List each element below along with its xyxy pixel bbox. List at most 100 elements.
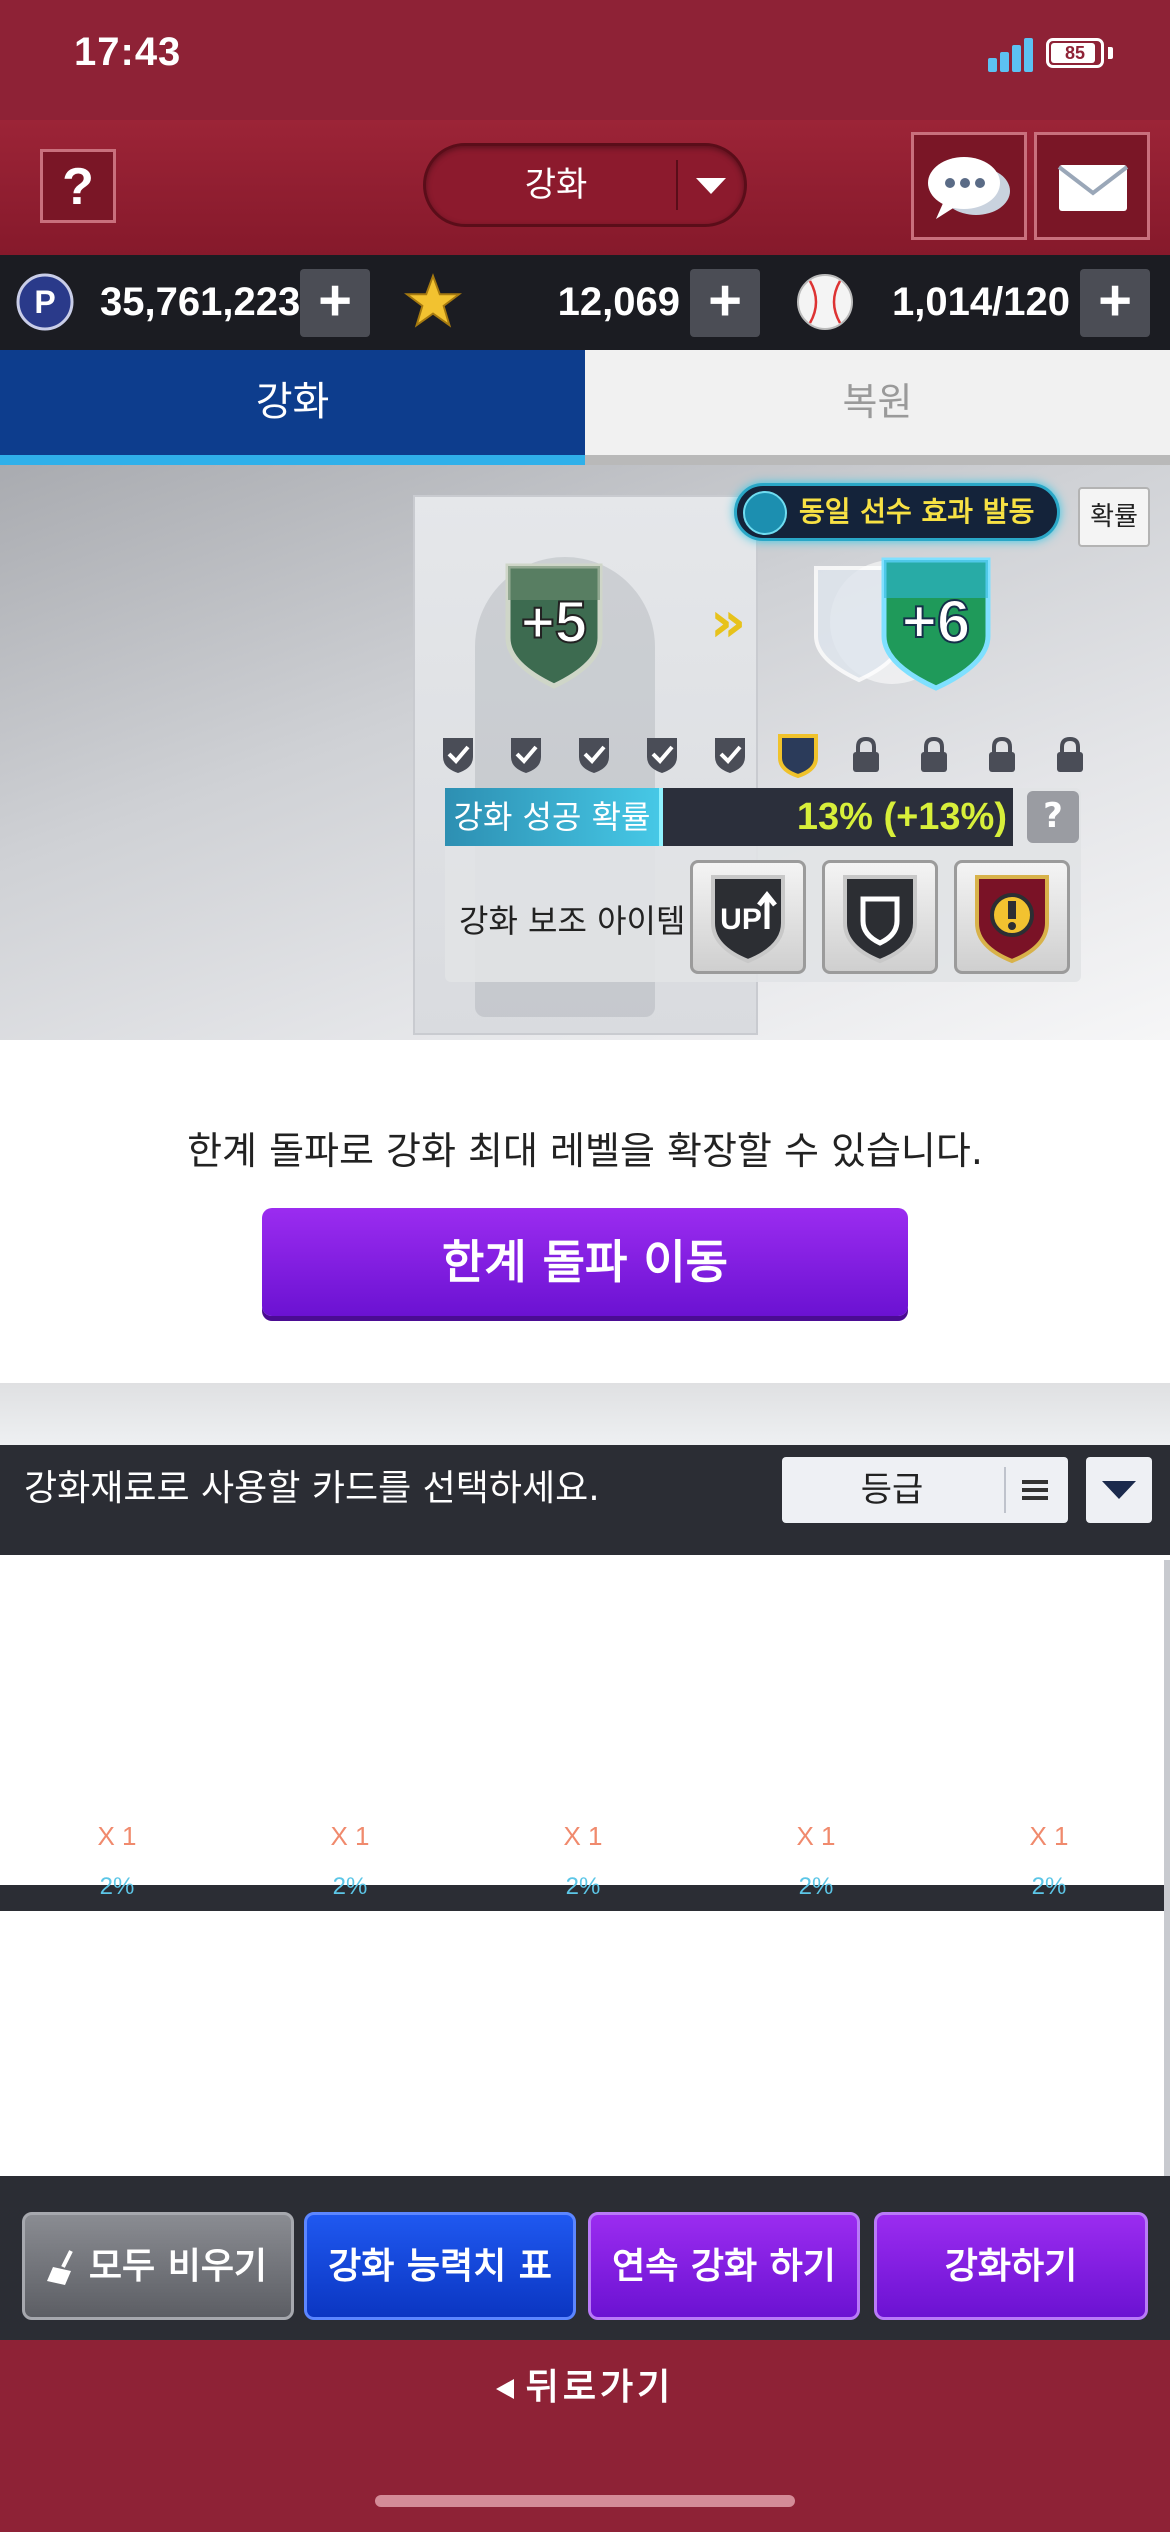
effect-label: 동일 선수 효과 발동 bbox=[799, 495, 1035, 528]
material-qty: X 1 bbox=[563, 1821, 603, 1851]
back-button[interactable]: 뒤로가기 bbox=[0, 2358, 1170, 2410]
clear-all-label: 모두 비우기 bbox=[88, 2246, 268, 2287]
material-pct: 2% bbox=[565, 1873, 601, 1900]
material-qty: X 1 bbox=[1029, 1821, 1069, 1851]
warning-gear-icon bbox=[975, 875, 1049, 964]
level-check-icon bbox=[511, 738, 541, 773]
material-select-bar: 강화재료로 사용할 카드를 선택하세요. 등급 bbox=[0, 1445, 1170, 1533]
footer: 뒤로가기 bbox=[0, 2340, 1170, 2532]
material-slot[interactable]: X 1 2% bbox=[699, 1555, 933, 1900]
level-progress bbox=[440, 734, 1090, 783]
signal-icon bbox=[988, 36, 1034, 72]
star-value: 12,069 bbox=[557, 280, 680, 324]
material-qty: X 1 bbox=[796, 1821, 836, 1851]
same-player-effect-badge: 동일 선수 효과 발동 bbox=[734, 483, 1060, 541]
success-rate-bar: 강화 성공 확률 13% (+13%) bbox=[445, 788, 1013, 846]
lock-icon bbox=[989, 736, 1015, 772]
limit-break-message: 한계 돌파로 강화 최대 레벨을 확장할 수 있습니다. bbox=[187, 1129, 983, 1173]
material-grid-row-2 bbox=[0, 1911, 1164, 2173]
lock-icon bbox=[921, 736, 947, 772]
back-arrow-icon bbox=[495, 2379, 514, 2399]
aux-items-label: 강화 보조 아이템 bbox=[459, 902, 686, 940]
mail-icon bbox=[1057, 165, 1129, 211]
level-check-icon bbox=[579, 738, 609, 773]
material-slot[interactable]: X 1 2% bbox=[466, 1555, 700, 1900]
battery-icon: 85 bbox=[1046, 38, 1104, 68]
sort-order-button[interactable] bbox=[1086, 1457, 1152, 1523]
next-level-text: +6 bbox=[902, 588, 970, 655]
section-divider bbox=[0, 1383, 1170, 1445]
p-coin-value: 35,761,223 bbox=[100, 280, 301, 324]
shield-icon bbox=[843, 875, 917, 964]
clear-all-button[interactable]: 모두 비우기 bbox=[22, 2212, 294, 2320]
continuous-enhance-button[interactable]: 연속 강화 하기 bbox=[588, 2212, 860, 2320]
lock-icon bbox=[853, 736, 879, 772]
enhance-button[interactable]: 강화하기 bbox=[874, 2212, 1148, 2320]
aux-item-shield[interactable] bbox=[822, 860, 938, 974]
help-button[interactable]: ? bbox=[40, 149, 116, 223]
material-slot[interactable]: X 1 2% bbox=[233, 1555, 467, 1900]
baseball-icon bbox=[797, 274, 853, 330]
material-qty: X 1 bbox=[330, 1821, 370, 1851]
limit-break-button[interactable]: 한계 돌파 이동 bbox=[262, 1208, 908, 1316]
baseball-value: 1,014/120 bbox=[892, 280, 1070, 324]
home-indicator[interactable] bbox=[375, 2495, 795, 2507]
level-check-icon bbox=[443, 738, 473, 773]
sort-dropdown[interactable]: 등급 bbox=[782, 1457, 1068, 1523]
tab-bar: 강화 복원 bbox=[0, 350, 1170, 465]
level-check-icon bbox=[715, 738, 745, 773]
add-star-button[interactable]: + bbox=[690, 269, 760, 337]
p-coin-icon: P bbox=[16, 273, 74, 331]
battery-level: 85 bbox=[1064, 43, 1086, 63]
material-slot[interactable]: X 1 2% bbox=[0, 1555, 234, 1900]
material-qty: X 1 bbox=[97, 1821, 137, 1851]
tab-restore[interactable]: 복원 bbox=[585, 350, 1170, 465]
chevron-down-icon bbox=[696, 178, 726, 194]
probability-button[interactable]: 확률 bbox=[1078, 487, 1150, 547]
success-rate-value: 13% (+13%) bbox=[796, 796, 1007, 838]
current-level-badge: +5 bbox=[505, 563, 603, 689]
add-p-coin-button[interactable]: + bbox=[300, 269, 370, 337]
material-pct: 2% bbox=[798, 1873, 834, 1900]
chat-icon bbox=[928, 157, 1010, 219]
material-pct: 2% bbox=[332, 1873, 368, 1900]
arrow-right-icon: » bbox=[710, 590, 747, 655]
enhance-stage: +5 » +6 동일 선수 효과 발동 확률 강화 성공 확률 13% (+13… bbox=[0, 465, 1170, 1040]
material-instruction: 강화재료로 사용할 카드를 선택하세요. bbox=[24, 1468, 600, 1509]
action-bar: 모두 비우기 강화 능력치 표 연속 강화 하기 강화하기 bbox=[0, 2176, 1170, 2340]
menu-dropdown[interactable]: 강화 bbox=[423, 143, 747, 227]
broom-icon bbox=[47, 2250, 73, 2285]
success-panel: 강화 성공 확률 13% (+13%) ? 강화 보조 아이템 UP bbox=[445, 788, 1081, 982]
aux-item-warning[interactable] bbox=[954, 860, 1070, 974]
lock-icon bbox=[1057, 736, 1083, 772]
current-level-text: +5 bbox=[521, 590, 587, 655]
up-arrow-shield-icon: UP bbox=[711, 875, 785, 964]
success-rate-label: 강화 성공 확률 bbox=[445, 788, 663, 846]
back-label: 뒤로가기 bbox=[525, 2367, 675, 2408]
stats-table-button[interactable]: 강화 능력치 표 bbox=[304, 2212, 576, 2320]
mail-button[interactable] bbox=[1034, 132, 1150, 240]
aux-item-up[interactable]: UP bbox=[690, 860, 806, 974]
material-slot[interactable]: X 1 2% bbox=[932, 1555, 1166, 1900]
tab-enhance[interactable]: 강화 bbox=[0, 350, 585, 465]
status-bar: 17:43 85 bbox=[0, 0, 1170, 120]
material-pct: 2% bbox=[1031, 1873, 1067, 1900]
add-baseball-button[interactable]: + bbox=[1080, 269, 1150, 337]
material-grid: X 1 2% X 1 2% X 1 2% X 1 2% X 1 2% bbox=[0, 1555, 1166, 1900]
svg-text:P: P bbox=[34, 284, 55, 320]
sort-label: 등급 bbox=[860, 1470, 924, 1510]
clock: 17:43 bbox=[74, 30, 182, 74]
top-bar: ? 강화 bbox=[0, 120, 1170, 255]
player-icon bbox=[743, 491, 787, 535]
currency-bar: P 35,761,223 + 12,069 + 1,014/120 + bbox=[0, 255, 1170, 350]
menu-title: 강화 bbox=[524, 165, 588, 205]
next-level-badge: +6 bbox=[814, 557, 991, 691]
menu-lines-icon bbox=[1022, 1480, 1048, 1500]
star-icon bbox=[404, 273, 462, 328]
svg-text:UP: UP bbox=[720, 903, 762, 936]
level-check-icon bbox=[647, 738, 677, 773]
material-pct: 2% bbox=[99, 1873, 135, 1900]
chat-button[interactable] bbox=[911, 132, 1027, 240]
triangle-down-icon bbox=[1102, 1481, 1136, 1499]
success-help-button[interactable]: ? bbox=[1027, 791, 1079, 843]
